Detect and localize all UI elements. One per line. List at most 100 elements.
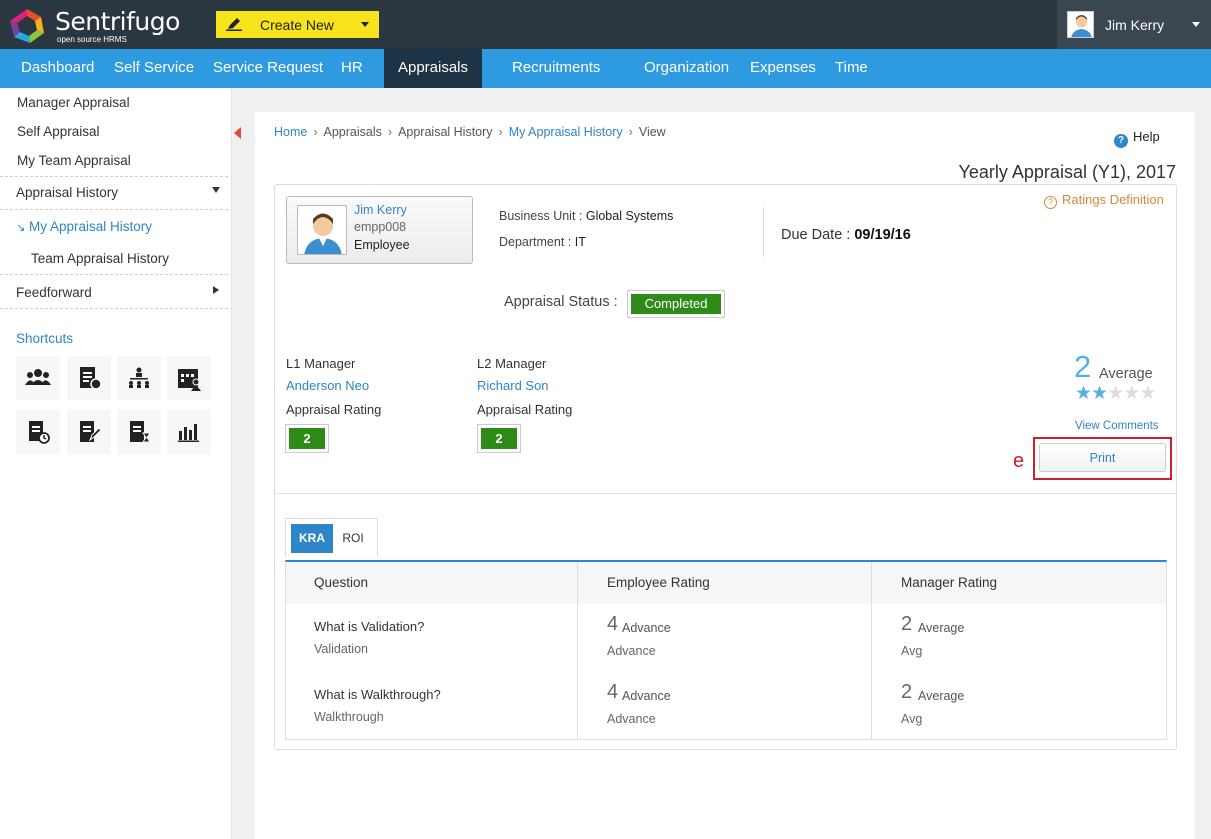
star-empty-icon: ★ (1139, 383, 1156, 404)
manager-comment: Avg (901, 712, 923, 726)
shortcut-people[interactable] (16, 356, 60, 400)
user-menu[interactable]: Jim Kerry (1057, 0, 1211, 49)
business-unit: Business Unit : Global Systems (499, 209, 673, 223)
nav-service-request[interactable]: Service Request (202, 49, 334, 88)
divider (275, 493, 1176, 494)
tab-roi[interactable]: ROI (333, 524, 373, 553)
top-bar: Sentrifugo open source HRMS Create New J… (0, 0, 1211, 49)
nav-expenses[interactable]: Expenses (739, 49, 827, 88)
arrow-down-right-icon: ↘ (16, 222, 26, 234)
column-divider (871, 562, 872, 740)
user-avatar-icon (1068, 12, 1093, 37)
breadcrumb-appraisal-history: Appraisal History (398, 125, 493, 139)
question-subtext: Walkthrough (314, 710, 384, 724)
employee-name-link[interactable]: Jim Kerry (354, 203, 407, 217)
sidebar-item-my-appraisal-history[interactable]: ↘ My Appraisal History (16, 219, 152, 234)
business-unit-label: Business Unit : (499, 209, 586, 223)
manager-score-word: Average (918, 621, 965, 635)
create-new-button[interactable]: Create New (216, 11, 379, 38)
bar-chart-icon (178, 424, 199, 442)
nav-time[interactable]: Time (824, 49, 879, 88)
employee-role: Employee (354, 238, 410, 252)
nav-self-service[interactable]: Self Service (103, 49, 205, 88)
breadcrumb-appraisals: Appraisals (323, 125, 382, 139)
employee-score: 4 (607, 681, 619, 703)
annotation-label: e (1013, 450, 1025, 472)
department: Department : IT (499, 235, 586, 249)
manager-score: 2 (901, 681, 913, 703)
shortcut-bar-chart[interactable] (167, 410, 211, 454)
manager-comment: Avg (901, 644, 923, 658)
sidebar-item-self-appraisal[interactable]: Self Appraisal (17, 124, 245, 139)
star-empty-icon: ★ (1107, 383, 1124, 404)
due-date-label: Due Date : (781, 227, 855, 243)
nav-appraisals[interactable]: Appraisals (384, 49, 482, 88)
print-button[interactable]: Print (1039, 443, 1166, 472)
document-edit-icon (80, 421, 102, 442)
l2-manager-label: L2 Manager (477, 356, 547, 371)
l1-manager-label: L1 Manager (286, 356, 356, 371)
sidebar-item-manager-appraisal[interactable]: Manager Appraisal (17, 95, 245, 110)
employee-id: empp008 (354, 220, 407, 234)
nav-hr[interactable]: HR (330, 49, 374, 88)
sidebar-item-appraisal-history[interactable]: Appraisal History (16, 185, 118, 200)
star-filled-icon: ★ (1075, 383, 1092, 404)
breadcrumb-my-appraisal-history[interactable]: My Appraisal History (509, 125, 623, 139)
caret-down-icon[interactable] (212, 187, 220, 193)
status-badge: Completed (627, 290, 725, 318)
shortcut-calendar-user[interactable] (167, 356, 211, 400)
nav-recruitments[interactable]: Recruitments (501, 49, 611, 88)
question-circle-icon: ? (1044, 196, 1057, 209)
nav-dashboard[interactable]: Dashboard (10, 49, 105, 88)
shortcut-document-clock[interactable] (16, 410, 60, 454)
shortcuts-title: Shortcuts (16, 331, 74, 346)
department-value: IT (574, 235, 586, 249)
l1-rating-label: Appraisal Rating (286, 402, 382, 417)
create-new-label: Create New (260, 17, 334, 33)
user-name: Jim Kerry (1105, 17, 1165, 33)
sidebar-item-my-team-appraisal[interactable]: My Team Appraisal (17, 153, 245, 168)
chevron-down-icon (361, 22, 369, 27)
employee-score-word: Advance (622, 621, 671, 635)
employee-comment: Advance (607, 644, 656, 658)
shortcut-document-edit[interactable] (67, 410, 111, 454)
sidebar-divider (0, 209, 228, 210)
sidebar-item-team-appraisal-history[interactable]: Team Appraisal History (31, 251, 169, 266)
sidebar-collapse-icon[interactable] (234, 127, 241, 139)
report-icon (80, 367, 102, 390)
shortcut-document-timer[interactable] (117, 410, 161, 454)
question-text: What is Walkthrough? (314, 687, 441, 702)
l2-rating-badge: 2 (477, 424, 521, 453)
view-comments-link[interactable]: View Comments (1075, 420, 1159, 432)
org-chart-icon (129, 367, 149, 388)
l1-manager-link[interactable]: Anderson Neo (286, 378, 369, 393)
tab-kra[interactable]: KRA (291, 524, 333, 553)
app-logo[interactable]: Sentrifugo open source HRMS (8, 5, 180, 45)
ratings-definition-link[interactable]: ? Ratings Definition (1044, 192, 1164, 209)
column-header-question: Question (314, 575, 369, 590)
star-filled-icon: ★ (1091, 383, 1108, 404)
avatar (1067, 11, 1094, 38)
l2-manager-link[interactable]: Richard Son (477, 378, 549, 393)
breadcrumb-separator: › (628, 125, 633, 139)
status-value: Completed (631, 294, 721, 314)
breadcrumb-separator: › (387, 125, 393, 139)
breadcrumb-separator: › (498, 125, 503, 139)
kra-roi-tabs: KRA ROI (285, 518, 378, 557)
divider (763, 207, 764, 257)
caret-right-icon[interactable] (213, 286, 219, 294)
due-date-value: 09/19/16 (854, 227, 911, 243)
nav-organization[interactable]: Organization (633, 49, 740, 88)
pencil-icon (226, 18, 242, 31)
overall-score: 2 (1074, 349, 1092, 384)
breadcrumb-home[interactable]: Home (274, 125, 307, 139)
sidebar: Manager Appraisal Self Appraisal My Team… (0, 88, 232, 839)
table-header: Question Employee Rating Manager Rating (286, 562, 1166, 604)
shortcut-org-chart[interactable] (117, 356, 161, 400)
people-icon (25, 369, 51, 385)
sidebar-item-feedforward[interactable]: Feedforward (16, 285, 92, 300)
department-label: Department : (499, 235, 575, 249)
shortcut-report[interactable] (67, 356, 111, 400)
help-link[interactable]: ? Help (1114, 129, 1160, 148)
avatar (297, 205, 347, 255)
